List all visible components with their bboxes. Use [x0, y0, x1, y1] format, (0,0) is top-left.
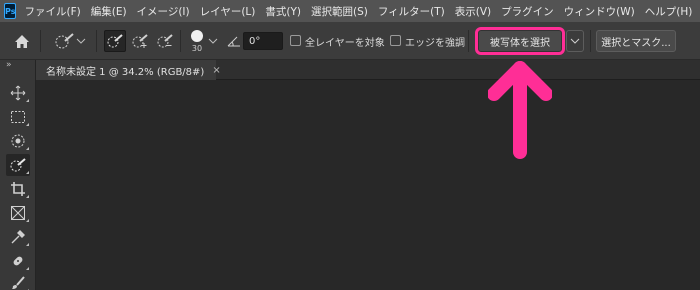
subtract-selection-brush-icon: [157, 34, 173, 48]
marquee-tool[interactable]: [6, 106, 30, 128]
options-divider: [468, 30, 469, 52]
options-bar: 30 0° 全レイヤーを対象 エッジを強調 被写体を選択 選択とマスク...: [0, 22, 700, 60]
sample-all-layers-checkbox[interactable]: [290, 35, 301, 46]
brush-size-value: 30: [191, 43, 203, 53]
enhance-edge-label: エッジを強調: [405, 37, 465, 49]
move-tool[interactable]: [6, 82, 30, 104]
brush-icon: [12, 276, 25, 289]
document-tab[interactable]: 名称未設定 1 @ 34.2% (RGB/8#) ×: [36, 60, 221, 80]
chevron-down-icon: [76, 38, 86, 44]
brush-size-picker[interactable]: 30: [186, 26, 208, 56]
select-and-mask-button[interactable]: 選択とマスク...: [596, 30, 676, 52]
menu-view[interactable]: 表示(V): [455, 4, 491, 19]
menu-help[interactable]: ヘルプ(H): [645, 4, 693, 19]
new-selection-brush-icon: [107, 34, 123, 48]
angle-input[interactable]: 0°: [243, 32, 283, 50]
eyedropper-icon: [11, 230, 25, 244]
menu-image[interactable]: イメージ(I): [137, 4, 190, 19]
options-divider: [180, 30, 181, 52]
new-selection-button[interactable]: [104, 30, 126, 52]
move-icon: [10, 85, 26, 101]
subtract-from-selection-button[interactable]: [154, 30, 176, 52]
quick-selection-icon: [55, 33, 74, 49]
lasso-tool[interactable]: [6, 130, 30, 152]
select-subject-button[interactable]: 被写体を選択: [478, 30, 562, 52]
photoshop-logo[interactable]: Ps: [4, 3, 17, 19]
enhance-edge-checkbox[interactable]: [390, 35, 401, 46]
document-tab-title: 名称未設定 1 @ 34.2% (RGB/8#): [46, 66, 205, 78]
select-subject-dropdown[interactable]: [566, 30, 584, 52]
menu-bar: Ps ファイル(F) 編集(E) イメージ(I) レイヤー(L) 書式(Y) 選…: [0, 0, 700, 22]
arrow-up-icon: [488, 60, 552, 160]
angle-icon: [227, 34, 241, 48]
collapse-panel-toggle[interactable]: »: [6, 60, 12, 70]
eyedropper-tool[interactable]: [6, 226, 30, 248]
healing-brush-icon: [13, 256, 23, 266]
options-divider: [96, 30, 97, 52]
menu-select[interactable]: 選択範囲(S): [311, 4, 368, 19]
object-selection-icon: [11, 134, 25, 148]
menu-file[interactable]: ファイル(F): [24, 4, 80, 19]
canvas-area[interactable]: [36, 81, 700, 290]
menu-type[interactable]: 書式(Y): [265, 4, 301, 19]
close-icon[interactable]: ×: [212, 65, 220, 76]
document-tab-bar: 名称未設定 1 @ 34.2% (RGB/8#) ×: [36, 60, 700, 80]
tool-preset-picker[interactable]: [50, 31, 90, 51]
add-to-selection-button[interactable]: [129, 30, 151, 52]
frame-icon: [11, 206, 25, 220]
chevron-down-icon[interactable]: [208, 36, 218, 46]
crop-tool[interactable]: [6, 178, 30, 200]
options-divider: [40, 30, 41, 52]
menu-filter[interactable]: フィルター(T): [378, 4, 445, 19]
sample-all-layers-label: 全レイヤーを対象: [305, 37, 385, 49]
options-divider: [590, 30, 591, 52]
add-selection-brush-icon: [132, 34, 148, 48]
quick-selection-tool[interactable]: [6, 154, 30, 176]
chevron-down-icon: [570, 38, 580, 44]
spot-healing-tool[interactable]: [6, 250, 30, 272]
menu-layer[interactable]: レイヤー(L): [200, 4, 256, 19]
menu-window[interactable]: ウィンドウ(W): [564, 4, 635, 19]
quick-selection-icon: [10, 158, 26, 172]
menu-edit[interactable]: 編集(E): [91, 4, 127, 19]
rectangular-marquee-icon: [11, 111, 25, 123]
frame-tool[interactable]: [6, 202, 30, 224]
brush-tool[interactable]: [6, 272, 30, 290]
brush-tip-preview: [191, 29, 203, 42]
tools-panel: »: [0, 60, 36, 290]
crop-icon: [11, 182, 25, 196]
home-icon[interactable]: [12, 32, 32, 50]
menu-plugins[interactable]: プラグイン: [501, 4, 554, 19]
